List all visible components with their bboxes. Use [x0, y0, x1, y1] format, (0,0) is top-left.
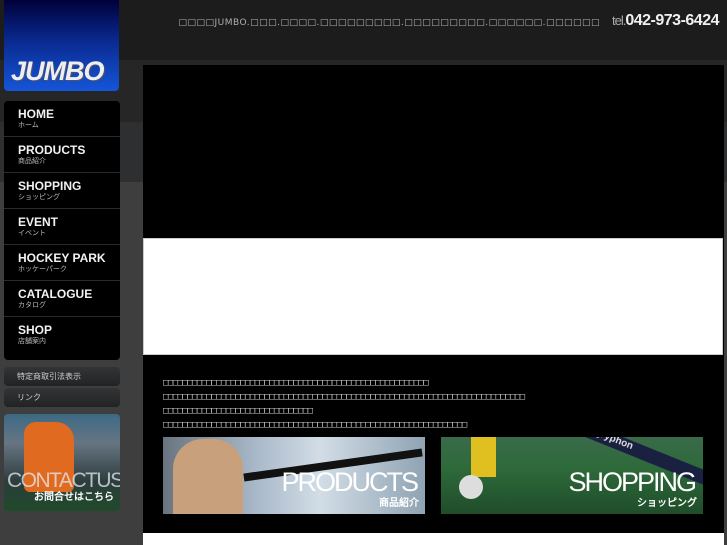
paragraph: □□□□□□□□□□□□□□□□□□□□□□□□□□□□□□□: [163, 406, 313, 416]
nav-sublabel: 商品紹介: [18, 156, 46, 165]
paragraph: □□□□□□□□□□□□□□□□□□□□□□□□□□□□□□□□□□□□□□□□…: [163, 392, 525, 402]
ball-image: [459, 475, 483, 499]
paragraph: □□□□□□□□□□□□□□□□□□□□□□□□□□□□□□□□□□□□□□□□…: [163, 420, 467, 430]
player-leg-image: [471, 437, 496, 477]
main-nav: HOME ホーム PRODUCTS 商品紹介 SHOPPING ショッピング E…: [4, 101, 120, 360]
contact-banner[interactable]: CONTACTUS お問合せはこちら: [4, 414, 120, 511]
nav-label: SHOP: [18, 323, 53, 337]
intro-text: □□□□□□□□□□□□□□□□□□□□□□□□□□□□□□□□□□□□□□□□…: [163, 376, 525, 432]
nav-sublabel: イベント: [18, 228, 46, 237]
nav-sublabel: ショッピング: [18, 192, 60, 201]
content-block: [143, 238, 723, 355]
nav-sublabel: ホーム: [18, 120, 39, 129]
nav-label: HOCKEY PARK: [18, 250, 106, 265]
legal-notice-link[interactable]: 特定商取引法表示: [4, 367, 120, 386]
nav-sublabel: カタログ: [18, 300, 46, 309]
banner-subtitle: ショッピング: [637, 498, 697, 509]
banner-subtitle: 商品紹介: [379, 498, 419, 509]
nav-sublabel: 店舗案内: [18, 337, 46, 345]
contact-subtitle: お問合せはこちら: [34, 492, 114, 503]
site-logo[interactable]: JUMBO: [4, 0, 119, 91]
hero-area: [143, 65, 724, 238]
header-tagline: □□□□JUMBO.□□□.□□□□.□□□□□□□□□.□□□□□□□□□.□…: [178, 18, 601, 28]
tel-label: tel.: [612, 13, 626, 28]
nav-item-event[interactable]: EVENT イベント: [4, 209, 120, 245]
nav-item-products[interactable]: PRODUCTS 商品紹介: [4, 137, 120, 173]
logo-text: JUMBO: [11, 56, 105, 86]
nav-item-home[interactable]: HOME ホーム: [4, 101, 120, 137]
products-banner[interactable]: PRODUCTS 商品紹介: [163, 437, 425, 514]
main-content: □□□□□□□□□□□□□□□□□□□□□□□□□□□□□□□□□□□□□□□□…: [143, 65, 724, 545]
nav-label: SHOPPING: [18, 178, 82, 193]
paragraph: □□□□□□□□□□□□□□□□□□□□□□□□□□□□□□□□□□□□□□□□…: [163, 378, 429, 388]
nav-label: CATALOGUE: [18, 286, 93, 301]
tel-number: 042-973-6424: [625, 12, 719, 29]
footer-block: [143, 533, 724, 545]
shopping-banner[interactable]: gryphon SHOPPING ショッピング: [441, 437, 703, 514]
header-info: □□□□JUMBO.□□□.□□□□.□□□□□□□□□.□□□□□□□□□.□…: [178, 12, 719, 30]
links-link[interactable]: リンク: [4, 388, 120, 407]
nav-item-hockey-park[interactable]: HOCKEY PARK ホッケーパーク: [4, 245, 120, 281]
athlete-image: [173, 439, 243, 514]
nav-label: HOME: [18, 106, 54, 121]
nav-item-catalogue[interactable]: CATALOGUE カタログ: [4, 281, 120, 317]
phone: tel.042-973-6424: [612, 12, 719, 30]
nav-label: EVENT: [18, 214, 59, 229]
nav-item-shopping[interactable]: SHOPPING ショッピング: [4, 173, 120, 209]
nav-sublabel: ホッケーパーク: [18, 264, 67, 273]
nav-label: PRODUCTS: [18, 142, 86, 157]
nav-item-shop[interactable]: SHOP 店舗案内: [4, 317, 120, 353]
